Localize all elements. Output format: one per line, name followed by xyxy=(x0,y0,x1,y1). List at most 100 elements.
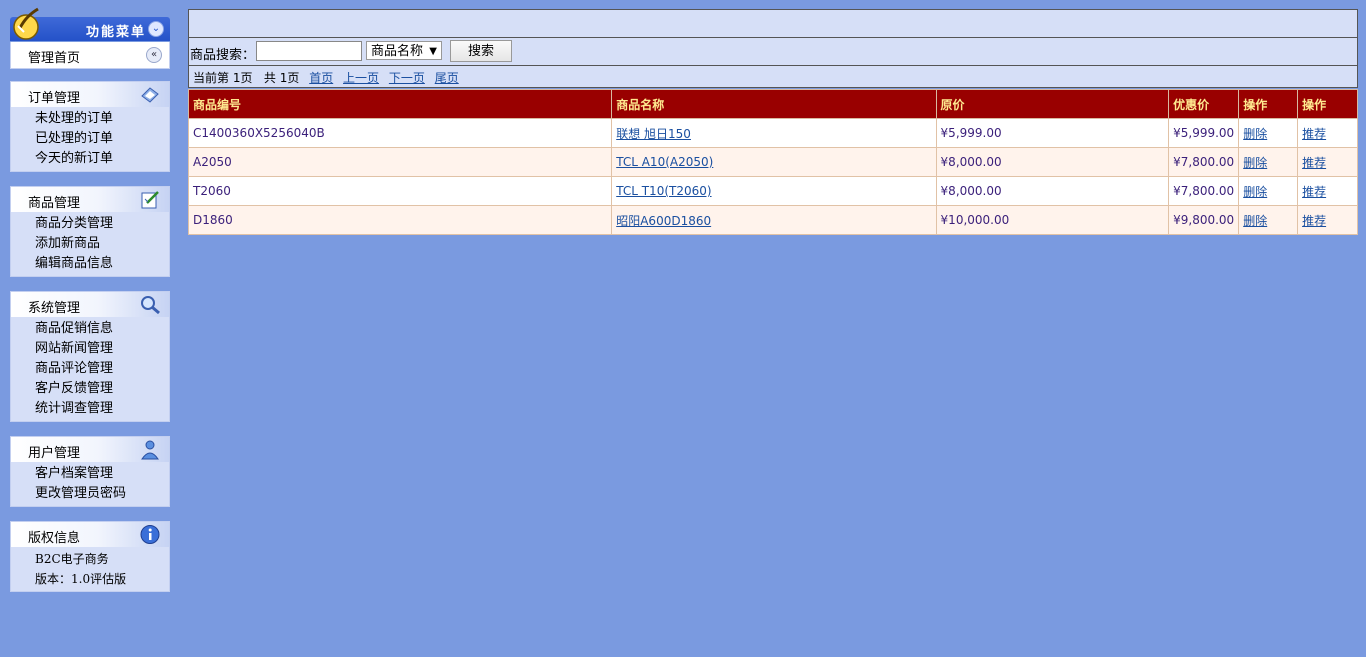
version-text: 版本：1.0评估版 xyxy=(35,572,127,586)
search-field-value: 商品名称 xyxy=(371,44,424,59)
menu-header: 功能菜单 ⌄ xyxy=(10,6,170,42)
table-row: C1400360X5256040B 联想 旭日150 ¥5,999.00 ¥5,… xyxy=(187,118,1358,148)
group-system: 系统管理 商品促销信息 网站新闻管理 商品评论管理 客户反馈管理 统计调查管理 xyxy=(10,291,170,422)
group-header[interactable]: 商品管理 xyxy=(11,187,169,212)
product-name-link[interactable]: TCL A10(A2050) xyxy=(616,155,713,169)
pager-bar: 当前第 1页 共 1页 首页 上一页 下一页 尾页 xyxy=(188,66,1358,88)
cell-recommend: 推荐 xyxy=(1297,118,1358,148)
sidebar: 功能菜单 ⌄ 管理首页 « 订单管理 未处理的订单 已处理的订单 今天的新订单 … xyxy=(10,6,170,606)
sidebar-item-promotion[interactable]: 商品促销信息 xyxy=(11,319,169,339)
order-icon xyxy=(141,87,159,103)
menu-title: 功能菜单 xyxy=(85,25,146,40)
delete-link[interactable]: 删除 xyxy=(1243,127,1267,141)
cell-recommend: 推荐 xyxy=(1297,176,1358,206)
sidebar-item-customer-records[interactable]: 客户档案管理 xyxy=(11,464,169,484)
search-button[interactable]: 搜索 xyxy=(450,40,512,62)
group-title: 版权信息 xyxy=(28,531,81,546)
cell-sale-price: ¥5,999.00 xyxy=(1168,118,1240,148)
sidebar-item-add-product[interactable]: 添加新商品 xyxy=(11,234,169,254)
pager-next-link[interactable]: 下一页 xyxy=(389,71,425,85)
sidebar-item-survey[interactable]: 统计调查管理 xyxy=(11,399,169,419)
cell-name: 联想 旭日150 xyxy=(611,118,937,148)
group-order: 订单管理 未处理的订单 已处理的订单 今天的新订单 xyxy=(10,81,170,172)
product-name-link[interactable]: TCL T10(T2060) xyxy=(616,184,711,198)
search-bar: 商品搜索： 商品名称 ▼ 搜索 xyxy=(188,38,1358,66)
home-link[interactable]: 管理首页 xyxy=(28,47,80,66)
delete-link[interactable]: 删除 xyxy=(1243,156,1267,170)
cell-delete: 删除 xyxy=(1238,176,1299,206)
pager-total: 共 1页 xyxy=(263,71,300,85)
cell-price: ¥8,000.00 xyxy=(935,176,1170,206)
group-product: 商品管理 商品分类管理 添加新商品 编辑商品信息 xyxy=(10,186,170,277)
group-title: 订单管理 xyxy=(28,91,81,106)
edit-icon xyxy=(141,191,159,209)
cell-price: ¥8,000.00 xyxy=(935,147,1170,177)
group-header[interactable]: 订单管理 xyxy=(11,82,169,107)
copyright-text: B2C电子商务 xyxy=(35,552,109,566)
cell-name: 昭阳A600D1860 xyxy=(611,205,937,235)
group-title: 系统管理 xyxy=(28,301,81,316)
table-row: D1860 昭阳A600D1860 ¥10,000.00 ¥9,800.00 删… xyxy=(187,205,1358,235)
sidebar-item-reviews[interactable]: 商品评论管理 xyxy=(11,359,169,379)
group-header[interactable]: 系统管理 xyxy=(11,292,169,317)
sidebar-item-feedback[interactable]: 客户反馈管理 xyxy=(11,379,169,399)
pager-last-link[interactable]: 尾页 xyxy=(435,71,459,85)
group-title: 用户管理 xyxy=(28,446,81,461)
broom-icon xyxy=(13,7,39,40)
chevron-double-down-icon[interactable]: ⌄ xyxy=(148,21,164,37)
cell-delete: 删除 xyxy=(1238,205,1299,235)
group-copyright: 版权信息 B2C电子商务 版本：1.0评估版 xyxy=(10,521,170,592)
cell-id: C1400360X5256040B xyxy=(187,118,613,148)
cell-sale-price: ¥7,800.00 xyxy=(1168,147,1240,177)
cell-recommend: 推荐 xyxy=(1297,205,1358,235)
search-field-select[interactable]: 商品名称 ▼ xyxy=(366,41,442,60)
user-icon xyxy=(141,440,159,460)
search-input[interactable] xyxy=(256,41,362,61)
cell-delete: 删除 xyxy=(1238,118,1299,148)
col-header-name: 商品名称 xyxy=(611,89,937,119)
delete-link[interactable]: 删除 xyxy=(1243,214,1267,228)
pager: 当前第 1页 共 1页 首页 上一页 下一页 尾页 xyxy=(193,69,459,86)
cell-price: ¥10,000.00 xyxy=(935,205,1170,235)
sidebar-item-category[interactable]: 商品分类管理 xyxy=(11,214,169,234)
col-header-action-delete: 操作 xyxy=(1238,89,1299,119)
table-header-row: 商品编号 商品名称 原价 优惠价 操作 操作 xyxy=(187,89,1358,119)
cell-id: D1860 xyxy=(187,205,613,235)
product-name-link[interactable]: 昭阳A600D1860 xyxy=(616,214,711,228)
dropdown-arrow-icon: ▼ xyxy=(429,46,437,57)
cell-id: A2050 xyxy=(187,147,613,177)
main-content: 商品搜索： 商品名称 ▼ 搜索 当前第 1页 共 1页 首页 上一页 下一页 尾… xyxy=(187,9,1358,235)
sidebar-item-edit-product[interactable]: 编辑商品信息 xyxy=(11,254,169,274)
product-table: 商品编号 商品名称 原价 优惠价 操作 操作 C1400360X5256040B… xyxy=(187,89,1358,235)
table-row: A2050 TCL A10(A2050) ¥8,000.00 ¥7,800.00… xyxy=(187,147,1358,177)
cell-name: TCL T10(T2060) xyxy=(611,176,937,206)
sidebar-item-unprocessed-orders[interactable]: 未处理的订单 xyxy=(11,109,169,129)
cell-sale-price: ¥7,800.00 xyxy=(1168,176,1240,206)
info-icon xyxy=(140,525,160,544)
col-header-action-recommend: 操作 xyxy=(1297,89,1358,119)
cell-name: TCL A10(A2050) xyxy=(611,147,937,177)
recommend-link[interactable]: 推荐 xyxy=(1302,214,1326,228)
sidebar-item-change-password[interactable]: 更改管理员密码 xyxy=(11,484,169,504)
recommend-link[interactable]: 推荐 xyxy=(1302,156,1326,170)
group-user: 用户管理 客户档案管理 更改管理员密码 xyxy=(10,436,170,507)
sidebar-item-today-orders[interactable]: 今天的新订单 xyxy=(11,149,169,169)
recommend-link[interactable]: 推荐 xyxy=(1302,185,1326,199)
sidebar-item-processed-orders[interactable]: 已处理的订单 xyxy=(11,129,169,149)
cell-price: ¥5,999.00 xyxy=(935,118,1170,148)
product-name-link[interactable]: 联想 旭日150 xyxy=(616,127,691,141)
cell-sale-price: ¥9,800.00 xyxy=(1168,205,1240,235)
group-title: 商品管理 xyxy=(28,196,81,211)
sidebar-item-news[interactable]: 网站新闻管理 xyxy=(11,339,169,359)
recommend-link[interactable]: 推荐 xyxy=(1302,127,1326,141)
pager-prev-link[interactable]: 上一页 xyxy=(343,71,379,85)
group-header[interactable]: 用户管理 xyxy=(11,437,169,462)
col-header-id: 商品编号 xyxy=(187,89,613,119)
cell-delete: 删除 xyxy=(1238,147,1299,177)
home-link-box: 管理首页 « xyxy=(10,42,170,69)
pager-first-link[interactable]: 首页 xyxy=(309,71,333,85)
chevron-double-left-icon[interactable]: « xyxy=(146,47,162,63)
delete-link[interactable]: 删除 xyxy=(1243,185,1267,199)
search-label: 商品搜索： xyxy=(190,48,256,63)
cell-id: T2060 xyxy=(187,176,613,206)
